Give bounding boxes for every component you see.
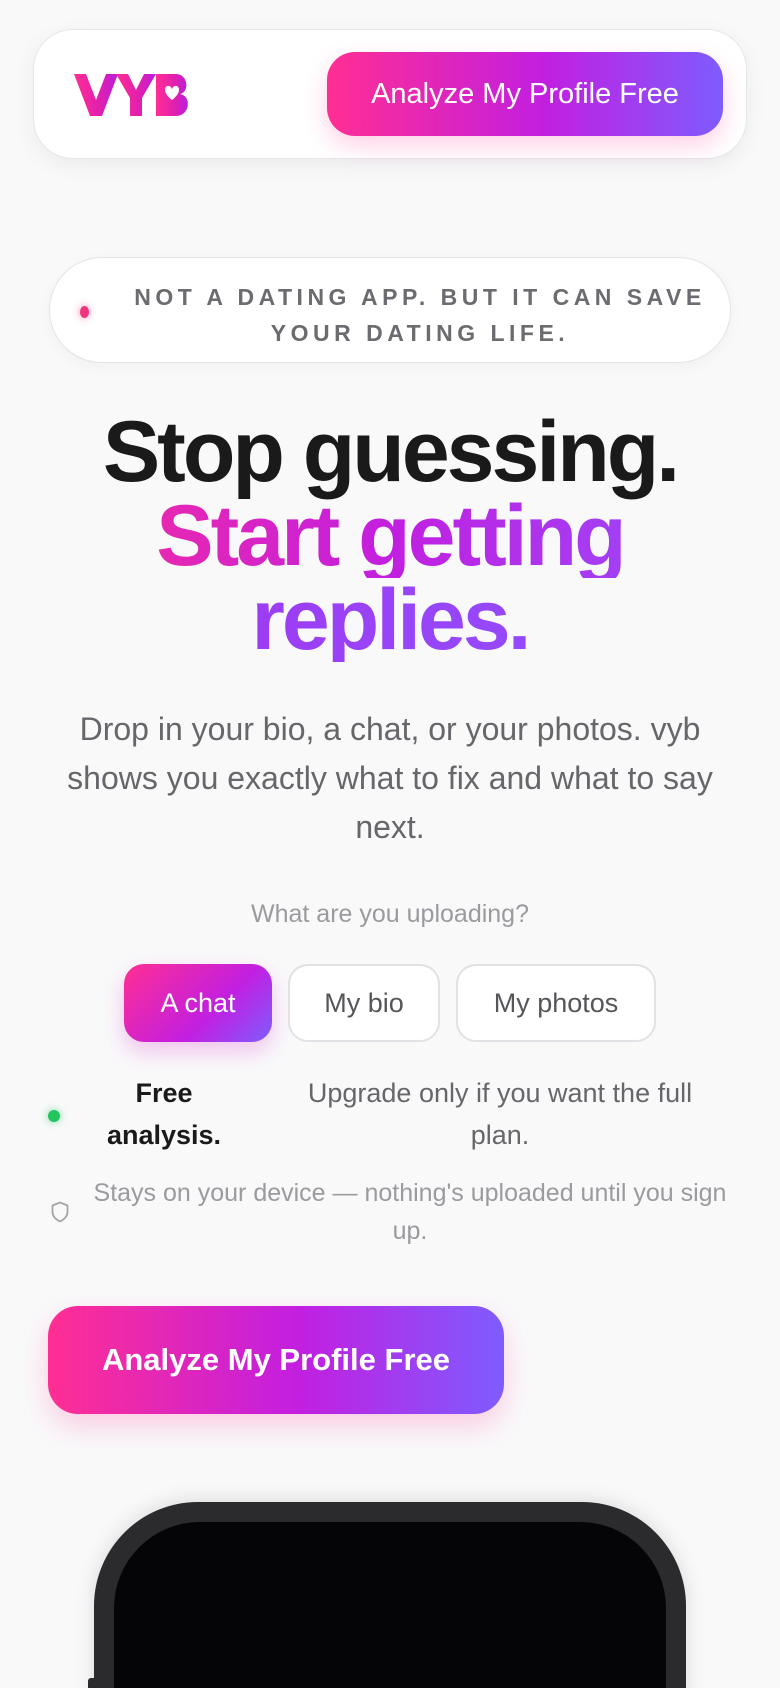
green-dot-icon [48,1110,60,1122]
landing-page: Analyze My Profile Free NOT A DATING APP… [0,0,780,1688]
upload-option-photos[interactable]: My photos [456,964,656,1042]
vyb-logo[interactable] [72,70,192,120]
header-analyze-button[interactable]: Analyze My Profile Free [327,52,723,136]
pink-dot-icon [80,306,89,318]
upload-option-chat[interactable]: A chat [124,964,272,1042]
privacy-note: Stays on your device — nothing's uploade… [93,1179,727,1245]
free-analysis-label: Free analysis. [106,1078,222,1150]
tagline-text: NOT A DATING APP. BUT IT CAN SAVE YOUR D… [134,284,706,346]
upload-option-bio[interactable]: My bio [288,964,440,1042]
hero-subtitle: Drop in your bio, a chat, or your photos… [67,711,713,845]
headline-line-3: replies. [0,577,780,663]
phone-side-button [88,1678,94,1688]
upgrade-note: Upgrade only if you want the full plan. [307,1078,693,1150]
tagline-pill: NOT A DATING APP. BUT IT CAN SAVE YOUR D… [49,257,731,363]
headline-line-2: Start getting [0,493,780,579]
headline-line-1: Stop guessing. [102,404,680,500]
phone-screen [114,1522,666,1688]
analyze-profile-button[interactable]: Analyze My Profile Free [48,1306,504,1414]
hero-headline: Stop guessing. Start getting replies. [0,404,780,663]
upload-question: What are you uploading? [251,900,529,928]
header-bar: Analyze My Profile Free [33,29,747,159]
phone-mockup [94,1502,686,1688]
shield-icon [51,1201,69,1223]
